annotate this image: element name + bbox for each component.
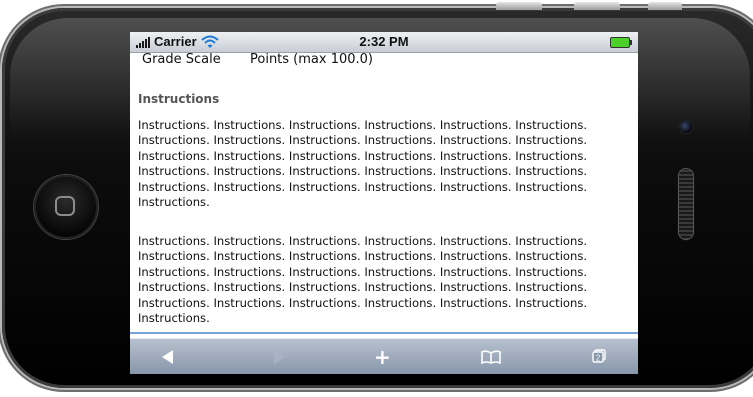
forward-arrow-icon[interactable] [274,350,285,364]
book-icon[interactable] [480,350,502,364]
volume-down-button [574,2,620,10]
plus-icon[interactable]: + [374,347,391,367]
grade-scale-value: Points (max 100.0) [250,52,373,67]
home-button-icon [55,196,75,216]
status-time: 2:32 PM [359,34,409,49]
speaker-grille [678,168,694,240]
battery-icon [610,37,632,48]
pages-count: 2 [596,354,601,363]
page-content[interactable]: Grade Scale Points (max 100.0) Instructi… [130,52,638,334]
instructions-paragraph: Instructions. Instructions. Instructions… [138,234,588,326]
browser-toolbar: + 2 [130,338,638,374]
grade-scale-label: Grade Scale [142,52,221,67]
pages-icon[interactable]: 2 [592,349,606,363]
status-bar: Carrier 2:32 PM [130,32,638,53]
sleep-button [648,2,682,10]
instructions-paragraph: Instructions. Instructions. Instructions… [138,118,588,210]
camera-icon [680,121,692,133]
back-arrow-icon[interactable] [162,350,173,364]
instructions-heading: Instructions [138,92,220,106]
grade-scale-row: Grade Scale Points (max 100.0) [130,52,638,68]
device-screen: Carrier 2:32 PM Grade Scale Points (max … [130,32,638,374]
home-button[interactable] [34,175,98,239]
volume-up-button [496,2,542,10]
